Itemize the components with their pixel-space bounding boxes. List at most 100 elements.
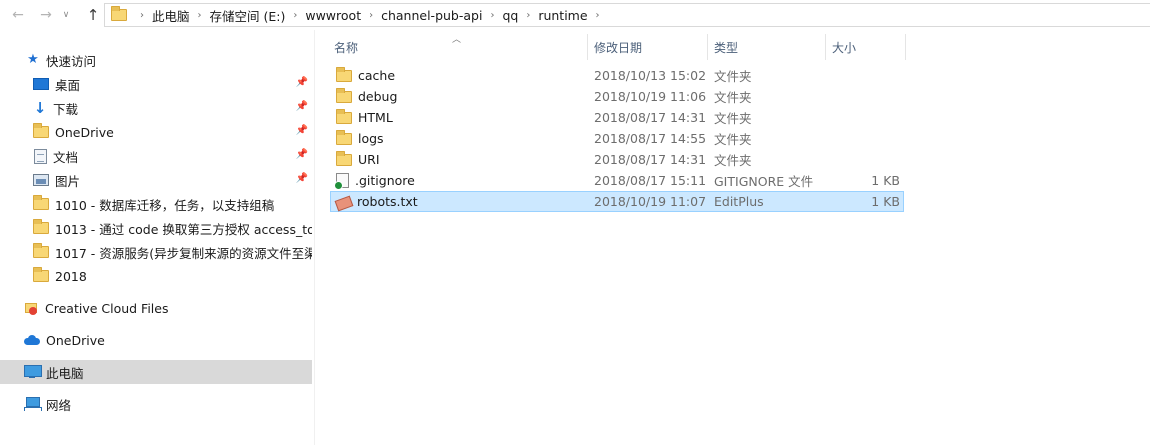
pin-icon[interactable]: 📌 bbox=[296, 173, 308, 184]
sidebar-item-desktop[interactable]: 桌面 📌 bbox=[0, 72, 312, 96]
sidebar-item-label: 文档 bbox=[53, 149, 79, 165]
chevron-down-icon: ∨ bbox=[62, 10, 70, 20]
pin-icon[interactable]: 📌 bbox=[296, 125, 308, 136]
chevron-right-icon[interactable]: › bbox=[519, 10, 537, 21]
navigation-bar: ← → ∨ ↑ › 此电脑 › 存储空间 (E:) › wwwroot › ch… bbox=[0, 0, 1150, 30]
sidebar-item-label: 网络 bbox=[46, 397, 72, 413]
file-type: GITIGNORE 文件 bbox=[714, 174, 814, 189]
sidebar-item-this-pc[interactable]: 此电脑 bbox=[0, 360, 312, 384]
folder-icon bbox=[33, 243, 49, 258]
sidebar-item-onedrive[interactable]: OneDrive bbox=[0, 328, 312, 352]
sidebar-item-folder-1013[interactable]: 1013 - 通过 code 换取第三方授权 access_toke bbox=[0, 216, 312, 240]
file-type: 文件夹 bbox=[714, 111, 752, 126]
breadcrumb-drive-e[interactable]: 存储空间 (E:) bbox=[209, 6, 287, 25]
column-header-label: 修改日期 bbox=[594, 40, 643, 55]
file-size: 1 KB bbox=[871, 173, 900, 188]
network-icon bbox=[24, 397, 42, 411]
file-type: EditPlus bbox=[714, 194, 764, 209]
sidebar-item-folder-1017[interactable]: 1017 - 资源服务(异步复制来源的资源文件至渠道 bbox=[0, 240, 312, 264]
file-type: 文件夹 bbox=[714, 69, 752, 84]
table-row-selected[interactable]: robots.txt 2018/10/19 11:07 EditPlus 1 K… bbox=[330, 191, 904, 212]
file-date: 2018/08/17 14:31 bbox=[594, 152, 707, 167]
folder-icon bbox=[33, 195, 49, 210]
sidebar-item-creative-cloud[interactable]: Creative Cloud Files bbox=[0, 296, 312, 320]
forward-button[interactable]: → bbox=[36, 5, 56, 25]
breadcrumb-this-pc[interactable]: 此电脑 bbox=[151, 6, 191, 25]
table-row[interactable]: debug 2018/10/19 11:06 文件夹 bbox=[330, 86, 904, 107]
file-date: 2018/08/17 14:55 bbox=[594, 131, 707, 146]
table-row[interactable]: .gitignore 2018/08/17 15:11 GITIGNORE 文件… bbox=[330, 170, 904, 191]
sidebar-item-folder-2018[interactable]: 2018 bbox=[0, 264, 312, 288]
file-name: cache bbox=[358, 68, 396, 83]
pin-icon[interactable]: 📌 bbox=[296, 101, 308, 112]
file-type: 文件夹 bbox=[714, 90, 752, 105]
folder-icon bbox=[33, 219, 49, 234]
table-row[interactable]: HTML 2018/08/17 14:31 文件夹 bbox=[330, 107, 904, 128]
folder-icon bbox=[33, 123, 49, 138]
column-header-size[interactable]: 大小 bbox=[826, 34, 906, 60]
chevron-right-icon[interactable]: › bbox=[362, 10, 380, 21]
column-header-type[interactable]: 类型 bbox=[708, 34, 826, 60]
chevron-right-icon: › bbox=[140, 9, 144, 21]
sidebar-item-label: OneDrive bbox=[46, 332, 105, 348]
folder-icon bbox=[336, 150, 352, 166]
sidebar-item-network[interactable]: 网络 bbox=[0, 392, 312, 416]
download-icon: ↓ bbox=[33, 99, 47, 117]
breadcrumb-runtime[interactable]: runtime bbox=[537, 8, 588, 23]
column-header-date[interactable]: 修改日期 bbox=[588, 34, 708, 60]
file-name: .gitignore bbox=[355, 173, 415, 188]
chevron-right-icon[interactable]: › bbox=[191, 10, 209, 21]
column-header-label: 类型 bbox=[714, 40, 739, 55]
column-header-name[interactable]: ︿ 名称 bbox=[328, 34, 588, 60]
sidebar-item-downloads[interactable]: ↓ 下载 📌 bbox=[0, 96, 312, 120]
recent-locations-button[interactable]: ∨ bbox=[60, 5, 72, 25]
sidebar-item-label: OneDrive bbox=[55, 124, 114, 140]
sidebar-item-label: 1017 - 资源服务(异步复制来源的资源文件至渠道 bbox=[55, 245, 312, 261]
document-icon bbox=[34, 148, 47, 164]
chevron-right-icon[interactable]: › bbox=[483, 10, 501, 21]
folder-icon bbox=[111, 6, 127, 21]
sidebar-item-pictures[interactable]: 图片 📌 bbox=[0, 168, 312, 192]
arrow-up-icon: ↑ bbox=[86, 6, 100, 24]
sidebar-item-folder-1010[interactable]: 1010 - 数据库迁移，任务，以支持组稿 bbox=[0, 192, 312, 216]
sort-ascending-icon: ︿ bbox=[452, 35, 462, 45]
arrow-left-icon: ← bbox=[12, 7, 24, 23]
sidebar-item-label: 1013 - 通过 code 换取第三方授权 access_toke bbox=[55, 221, 312, 237]
sidebar-item-quick-access[interactable]: ★ 快速访问 bbox=[0, 48, 312, 72]
sidebar-item-documents[interactable]: 文档 📌 bbox=[0, 144, 312, 168]
pictures-icon bbox=[33, 174, 49, 186]
file-type: 文件夹 bbox=[714, 132, 752, 147]
file-type: 文件夹 bbox=[714, 153, 752, 168]
back-button[interactable]: ← bbox=[8, 5, 28, 25]
file-name: debug bbox=[358, 89, 398, 104]
file-name: logs bbox=[358, 131, 384, 146]
file-date: 2018/08/17 14:31 bbox=[594, 110, 707, 125]
file-date: 2018/08/17 15:11 bbox=[594, 173, 707, 188]
up-button[interactable]: ↑ bbox=[83, 5, 103, 25]
sidebar-item-label: 桌面 bbox=[55, 77, 81, 93]
column-header-label: 名称 bbox=[334, 40, 359, 55]
navigation-pane: ★ 快速访问 桌面 📌 ↓ 下载 📌 OneDrive 📌 文档 📌 图片 📌 … bbox=[0, 30, 315, 445]
breadcrumb-channel-pub-api[interactable]: channel-pub-api bbox=[380, 8, 483, 23]
folder-icon bbox=[33, 267, 49, 282]
breadcrumb-qq[interactable]: qq bbox=[501, 8, 519, 23]
file-name: HTML bbox=[358, 110, 393, 125]
table-row[interactable]: logs 2018/08/17 14:55 文件夹 bbox=[330, 128, 904, 149]
sidebar-item-label: 1010 - 数据库迁移，任务，以支持组稿 bbox=[55, 197, 275, 213]
sidebar-item-label: 图片 bbox=[55, 173, 81, 189]
editplus-file-icon bbox=[336, 195, 351, 208]
chevron-right-icon[interactable]: › bbox=[589, 10, 607, 21]
table-row[interactable]: cache 2018/10/13 15:02 文件夹 bbox=[330, 65, 904, 86]
chevron-right-icon[interactable]: › bbox=[286, 10, 304, 21]
table-row[interactable]: URI 2018/08/17 14:31 文件夹 bbox=[330, 149, 904, 170]
address-bar[interactable]: › 此电脑 › 存储空间 (E:) › wwwroot › channel-pu… bbox=[104, 3, 1150, 27]
folder-icon bbox=[336, 108, 352, 124]
sidebar-item-onedrive-pinned[interactable]: OneDrive 📌 bbox=[0, 120, 312, 144]
desktop-icon bbox=[33, 78, 49, 90]
star-icon: ★ bbox=[27, 52, 39, 67]
breadcrumb-wwwroot[interactable]: wwwroot bbox=[304, 8, 362, 23]
pin-icon[interactable]: 📌 bbox=[296, 149, 308, 160]
pin-icon[interactable]: 📌 bbox=[296, 77, 308, 88]
file-date: 2018/10/19 11:06 bbox=[594, 89, 707, 104]
arrow-right-icon: → bbox=[40, 7, 52, 23]
